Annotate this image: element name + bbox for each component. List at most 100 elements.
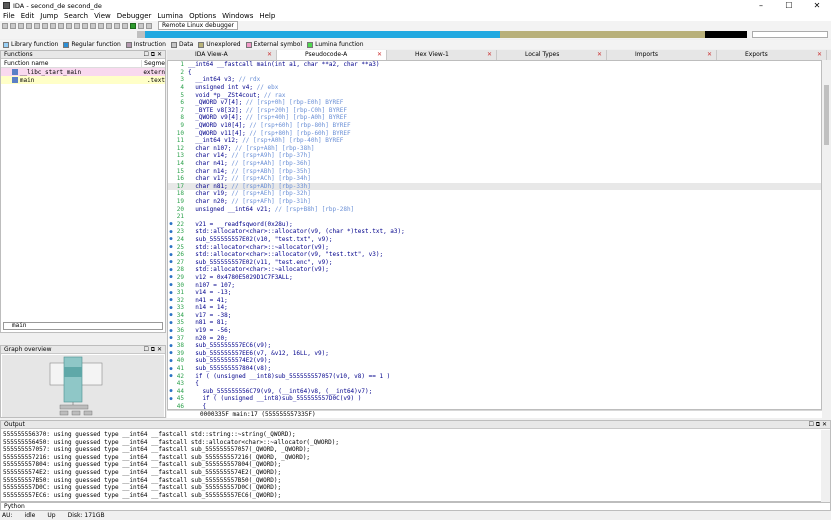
graph-overview-canvas[interactable] [2,355,164,417]
undefine-icon[interactable] [98,22,104,29]
tab-imports[interactable]: Imports ✕ [607,50,717,60]
struct-icon[interactable] [114,22,120,29]
navigation-band-segment[interactable] [137,31,145,38]
forward-icon[interactable] [26,22,32,29]
code-line[interactable]: ● 32 n41 = 41; [168,296,821,304]
code-line[interactable]: ● 24 sub_555555557E02(v10, "test.txt", v9… [168,236,821,244]
tab-local-types[interactable]: Local Types ✕ [497,50,607,60]
code-line[interactable]: 46 { [168,403,821,409]
code-line[interactable]: ● 27 sub_555555557E02(v11, "test.enc", v9… [168,258,821,266]
text-search-icon[interactable] [50,22,56,29]
code-line[interactable]: 20 unsigned __int64 v21; // [rsp+B8h] [r… [168,205,821,213]
pseudocode-scrollbar[interactable] [822,60,831,418]
maximize-button[interactable]: ☐ [775,0,803,11]
code-line[interactable]: 17 char n81; // [rsp+ADh] [rbp-33h] [168,182,821,191]
code-line[interactable]: ● 25 std::allocator<char>::~allocator(v9)… [168,243,821,251]
code-line[interactable]: ● 38 sub_555555557EC6(v9); [168,342,821,350]
code-line[interactable]: 11 __int64 v12; // [rsp+A0h] [rbp-40h] B… [168,137,821,145]
code-line[interactable]: ● 40 sub_5555555574E2(v9); [168,357,821,365]
code-line[interactable]: 43 { [168,380,821,388]
code-line[interactable]: 16 char v17; // [rsp+ACh] [rbp-34h] [168,175,821,183]
code-line[interactable]: ● 22 v21 = __readfsqword(0x28u); [168,220,821,228]
navigation-band[interactable] [137,31,747,38]
code-line[interactable]: ● 31 v14 = -13; [168,289,821,297]
close-button[interactable]: ✕ [803,0,831,11]
menu-jump[interactable]: Jump [40,12,58,20]
code-line[interactable]: 21 [168,213,821,221]
code-icon[interactable] [66,22,72,29]
navigation-band-segment[interactable] [500,31,705,38]
enum-icon[interactable] [122,22,128,29]
code-line[interactable]: ● 34 v17 = -38; [168,312,821,320]
code-line[interactable]: ● 26 std::allocator<char>::allocator(v9, … [168,251,821,259]
code-line[interactable]: 1 __int64 __fastcall main(int a1, char **… [168,61,821,69]
code-line[interactable]: 4 unsigned int v4; // ebx [168,84,821,92]
scrollbar-thumb[interactable] [824,85,829,145]
panel-controls-icon[interactable]: ☐ ⧉ ✕ [143,51,162,59]
array-icon[interactable] [90,22,96,29]
code-line[interactable]: 8 _QWORD v9[4]; // [rsp+40h] [rbp-A0h] B… [168,114,821,122]
jump-icon[interactable] [34,22,40,29]
column-segment[interactable]: Segme [142,60,165,67]
code-line[interactable]: ● 37 n20 = 20; [168,334,821,342]
tab-exports[interactable]: Exports ✕ [717,50,827,60]
code-line[interactable]: ● 35 n81 = 81; [168,319,821,327]
code-line[interactable]: ● 45 if ( (unsigned __int8)sub_555555557D… [168,395,821,403]
code-line[interactable]: ● 41 sub_555555557804(v8); [168,365,821,373]
stop-icon[interactable] [146,22,152,29]
code-line[interactable]: 18 char v19; // [rsp+AEh] [rbp-32h] [168,190,821,198]
tab-close-icon[interactable]: ✕ [487,50,492,60]
navigation-band-segment[interactable] [145,31,500,38]
menu-windows[interactable]: Windows [222,12,253,20]
code-line[interactable]: 7 _BYTE v8[32]; // [rsp+20h] [rbp-C0h] B… [168,107,821,115]
menu-view[interactable]: View [94,12,111,20]
debugger-select[interactable]: Remote Linux debugger [158,21,239,30]
code-line[interactable]: ● 29 v12 = 0x4780E5029D1C7F3ALL; [168,274,821,282]
string-icon[interactable] [82,22,88,29]
code-line[interactable]: 12 char n107; // [rsp+A8h] [rbp-38h] [168,145,821,153]
column-function-name[interactable]: Function name [1,59,143,67]
code-line[interactable]: ● 44 sub_555555556C79(v9, (__int64)v8, (_… [168,388,821,396]
code-line[interactable]: 14 char n41; // [rsp+AAh] [rbp-36h] [168,160,821,168]
code-line[interactable]: ● 42 if ( (unsigned __int8)sub_5555555570… [168,372,821,380]
menu-options[interactable]: Options [189,12,216,20]
open-icon[interactable] [2,22,8,29]
function-row[interactable]: __libc_start_main extern [1,68,165,76]
navigation-band-segment[interactable] [705,31,747,38]
panel-controls-icon[interactable]: ☐ ⧉ ✕ [808,421,827,429]
tab-close-icon[interactable]: ✕ [817,50,822,60]
save-icon[interactable] [10,22,16,29]
function-row[interactable]: main .text [1,76,165,84]
code-line[interactable]: ● 33 n14 = 14; [168,304,821,312]
menu-debugger[interactable]: Debugger [117,12,152,20]
data-icon[interactable] [74,22,80,29]
tab-close-icon[interactable]: ✕ [707,50,712,60]
menu-search[interactable]: Search [64,12,88,20]
function-icon[interactable] [106,22,112,29]
tab-hex-view[interactable]: Hex View-1 ✕ [387,50,497,60]
code-line[interactable]: ● 36 v19 = -56; [168,327,821,335]
code-line[interactable]: 10 _QWORD v11[4]; // [rsp+80h] [rbp-60h]… [168,129,821,137]
tab-close-icon[interactable]: ✕ [377,50,382,60]
menu-lumina[interactable]: Lumina [157,12,183,20]
python-console-input[interactable]: Python [0,502,831,511]
menu-help[interactable]: Help [259,12,275,20]
code-line[interactable]: 15 char n14; // [rsp+ABh] [rbp-35h] [168,167,821,175]
output-scrollbar[interactable] [821,430,830,502]
back-icon[interactable] [18,22,24,29]
play-icon[interactable] [130,22,136,29]
code-line[interactable]: 5 void *p__ZSt4cout; // rax [168,91,821,99]
code-line[interactable]: 3 __int64 v3; // rdx [168,76,821,84]
tab-pseudocode[interactable]: Pseudocode-A ✕ [277,50,387,60]
code-line[interactable]: ● 23 std::allocator<char>::allocator(v9, … [168,228,821,236]
pause-icon[interactable] [138,22,144,29]
code-line[interactable]: ● 30 n107 = 107; [168,281,821,289]
panel-controls-icon[interactable]: ☐ ⧉ ✕ [143,346,162,354]
code-line[interactable]: 13 char v14; // [rsp+A9h] [rbp-37h] [168,152,821,160]
search-icon[interactable] [42,22,48,29]
tab-close-icon[interactable]: ✕ [597,50,602,60]
tab-ida-view[interactable]: IDA View-A ✕ [167,50,277,60]
code-line[interactable]: 9 _QWORD v10[4]; // [rsp+60h] [rbp-80h] … [168,122,821,130]
binary-search-icon[interactable] [58,22,64,29]
function-filter-input[interactable]: main [3,322,163,330]
